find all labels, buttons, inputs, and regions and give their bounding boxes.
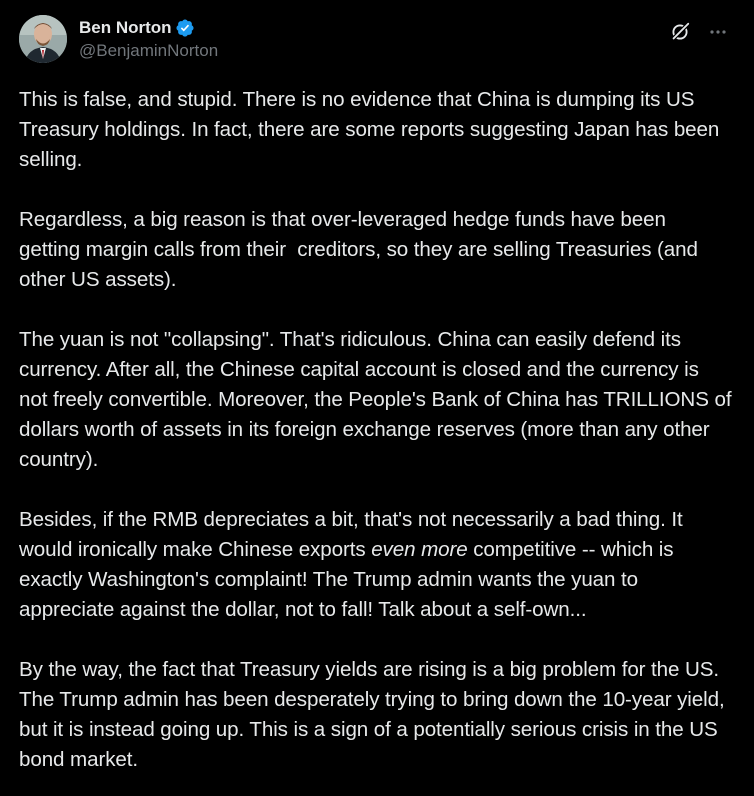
post-emphasis: even more bbox=[371, 538, 468, 561]
post-paragraph-3: The yuan is not "collapsing". That's rid… bbox=[19, 328, 738, 471]
post-paragraph-1: This is false, and stupid. There is no e… bbox=[19, 88, 725, 171]
post-text: This is false, and stupid. There is no e… bbox=[19, 85, 732, 775]
post-paragraph-5: By the way, the fact that Treasury yield… bbox=[19, 658, 731, 771]
user-block: Ben Norton @BenjaminNorton bbox=[79, 15, 218, 61]
grok-icon[interactable] bbox=[668, 20, 692, 44]
verified-badge-icon[interactable] bbox=[175, 18, 195, 38]
post-container: Ben Norton @BenjaminNorton This is false… bbox=[0, 0, 754, 796]
display-name[interactable]: Ben Norton bbox=[79, 18, 172, 38]
avatar-image bbox=[19, 15, 67, 63]
post-header: Ben Norton @BenjaminNorton bbox=[19, 15, 732, 75]
user-handle[interactable]: @BenjaminNorton bbox=[79, 41, 218, 61]
post-paragraph-2: Regardless, a big reason is that over-le… bbox=[19, 208, 704, 291]
avatar[interactable] bbox=[19, 15, 67, 63]
post-actions bbox=[668, 20, 730, 44]
post-paragraph-4: Besides, if the RMB depreciates a bit, t… bbox=[19, 505, 732, 625]
more-icon[interactable] bbox=[706, 20, 730, 44]
name-row: Ben Norton bbox=[79, 16, 218, 40]
